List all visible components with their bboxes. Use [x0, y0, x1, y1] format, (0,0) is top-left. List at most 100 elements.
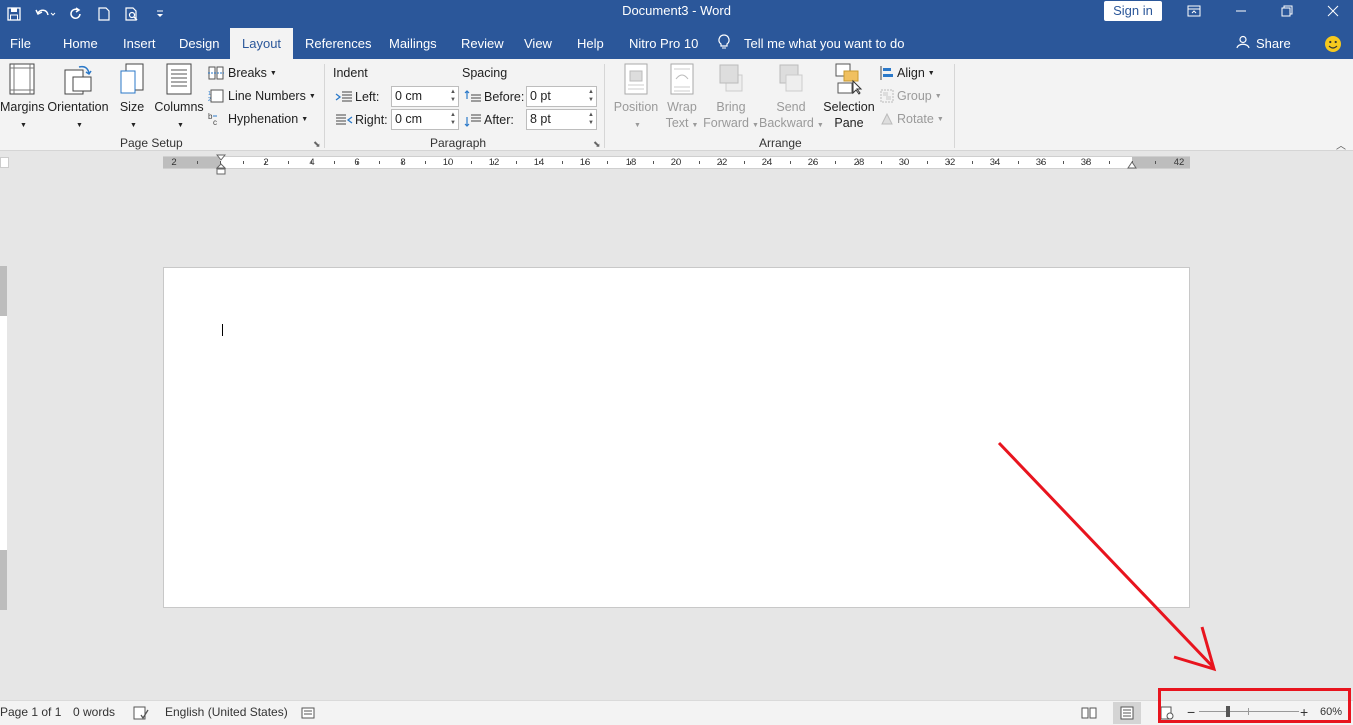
wrap-text-label-1: Wrap	[667, 100, 697, 114]
hyphenation-button[interactable]: bc Hyphenation ▼	[208, 109, 308, 129]
collapse-ribbon-icon[interactable]: ︿	[1336, 137, 1346, 152]
language-status[interactable]: English (United States)	[165, 701, 288, 725]
arrange-group-label: Arrange	[759, 136, 802, 150]
tab-help[interactable]: Help	[577, 28, 604, 59]
share-button[interactable]: Share	[1236, 28, 1291, 59]
tab-mailings[interactable]: Mailings	[389, 28, 437, 59]
paragraph-launcher-icon[interactable]: ⬊	[593, 139, 601, 150]
ruler-label: 18	[625, 157, 637, 168]
selection-pane-icon	[835, 63, 863, 95]
save-icon[interactable]	[0, 0, 28, 28]
indent-right-field[interactable]: 0 cm ▲ ▼	[391, 109, 459, 130]
selection-pane-button[interactable]: Selection Pane	[823, 63, 875, 131]
bring-forward-label-2: Forward	[703, 116, 749, 130]
ruler-tick	[949, 161, 950, 164]
customize-toolbar-icon[interactable]	[146, 0, 174, 28]
ruler-tick	[265, 161, 266, 164]
restore-icon[interactable]	[1264, 0, 1310, 22]
line-numbers-button[interactable]: 12 Line Numbers ▼	[208, 86, 316, 106]
tab-review[interactable]: Review	[461, 28, 504, 59]
orientation-button[interactable]: Orientation ▼	[47, 63, 109, 134]
bring-forward-button[interactable]: Bring Forward ▼	[703, 63, 759, 134]
right-indent-marker[interactable]	[1127, 160, 1137, 174]
tell-me-search[interactable]: Tell me what you want to do	[718, 28, 904, 59]
close-icon[interactable]	[1310, 0, 1353, 22]
size-label: Size	[119, 100, 145, 114]
minimize-icon[interactable]	[1218, 0, 1264, 22]
columns-button[interactable]: Columns ▼	[153, 63, 205, 134]
spacing-after-field[interactable]: 8 pt ▲ ▼	[526, 109, 597, 130]
rotate-label: Rotate	[897, 112, 934, 126]
page-count-status[interactable]: Page 1 of 1	[0, 701, 61, 725]
read-mode-icon[interactable]	[1081, 705, 1097, 725]
wrap-text-button[interactable]: Wrap Text ▼	[664, 63, 700, 134]
rotate-button[interactable]: Rotate ▼	[880, 109, 944, 129]
bring-forward-label-1: Bring	[716, 100, 746, 114]
horizontal-ruler[interactable]: 2 2 4 6 8 10 12 14 16 18 20 22 24 26 28 …	[163, 156, 1190, 169]
tab-layout[interactable]: Layout	[230, 28, 294, 59]
ruler-margin-top	[0, 266, 7, 316]
tab-nitro-pro[interactable]: Nitro Pro 10	[629, 28, 698, 59]
tab-view[interactable]: View	[524, 28, 552, 59]
ribbon-tabs: File Home Insert Design Layout Reference…	[0, 28, 1353, 59]
ruler-tick	[1063, 161, 1064, 164]
tab-design[interactable]: Design	[179, 28, 219, 59]
tab-file[interactable]: File	[10, 28, 31, 59]
ruler-tick	[995, 161, 996, 164]
align-button[interactable]: Align ▼	[880, 63, 935, 83]
indent-left-icon	[335, 91, 352, 102]
print-preview-icon[interactable]	[118, 0, 146, 28]
ruler-label: 42	[1173, 157, 1185, 168]
ruler-tick	[904, 161, 905, 164]
tab-home[interactable]: Home	[63, 28, 98, 59]
new-document-icon[interactable]	[90, 0, 118, 28]
word-count-status[interactable]: 0 words	[73, 701, 115, 725]
size-button[interactable]: Size ▼	[116, 63, 148, 134]
spinner-arrows-icon[interactable]: ▲ ▼	[450, 111, 456, 127]
vertical-ruler[interactable]	[0, 266, 7, 610]
ruler-tick	[539, 161, 540, 164]
title-bar: Document3 - Word Sign in	[0, 0, 1353, 28]
margins-icon	[9, 63, 35, 95]
tab-selector[interactable]	[0, 157, 9, 168]
ruler-tick	[607, 161, 608, 164]
tab-insert[interactable]: Insert	[123, 28, 156, 59]
ribbon-display-options-icon[interactable]	[1171, 0, 1217, 22]
indent-right-value: 0 cm	[395, 112, 423, 126]
spacing-before-field[interactable]: 0 pt ▲ ▼	[526, 86, 597, 107]
macro-recording-icon[interactable]	[301, 705, 315, 725]
ruler-tick	[1155, 161, 1156, 164]
print-layout-icon[interactable]	[1113, 702, 1141, 724]
ruler-tick	[927, 161, 928, 164]
redo-icon[interactable]	[62, 0, 90, 28]
breaks-button[interactable]: Breaks ▼	[208, 63, 277, 83]
undo-icon[interactable]	[28, 0, 62, 28]
send-backward-button[interactable]: Send Backward ▼	[759, 63, 824, 134]
ruler-tick	[813, 161, 814, 164]
ruler-tick	[197, 161, 198, 164]
ruler-tick	[585, 161, 586, 164]
smiley-feedback-icon[interactable]	[1324, 35, 1342, 56]
ruler-margin-bottom	[0, 550, 7, 610]
tab-references[interactable]: References	[305, 28, 371, 59]
ruler-tick	[448, 161, 449, 164]
spinner-arrows-icon[interactable]: ▲ ▼	[588, 88, 594, 104]
ruler-tick	[676, 161, 677, 164]
group-button[interactable]: Group ▼	[880, 86, 942, 106]
margins-button[interactable]: Margins ▼	[0, 63, 44, 134]
position-button[interactable]: Position ▼	[611, 63, 661, 134]
spacing-before-label: Before:	[484, 90, 525, 104]
spinner-arrows-icon[interactable]: ▲ ▼	[450, 88, 456, 104]
proofing-icon[interactable]	[133, 705, 149, 725]
first-line-indent-marker[interactable]	[215, 154, 227, 179]
spinner-arrows-icon[interactable]: ▲ ▼	[588, 111, 594, 127]
ruler-tick	[767, 161, 768, 164]
sign-in-button[interactable]: Sign in	[1104, 1, 1162, 21]
ruler-tick	[311, 161, 312, 164]
page-setup-launcher-icon[interactable]: ⬊	[313, 139, 321, 150]
spacing-before-label-group: Before:	[464, 87, 524, 107]
breaks-label: Breaks	[228, 66, 267, 80]
ruler-tick	[858, 161, 859, 164]
indent-left-field[interactable]: 0 cm ▲ ▼	[391, 86, 459, 107]
spacing-heading: Spacing	[462, 66, 508, 80]
